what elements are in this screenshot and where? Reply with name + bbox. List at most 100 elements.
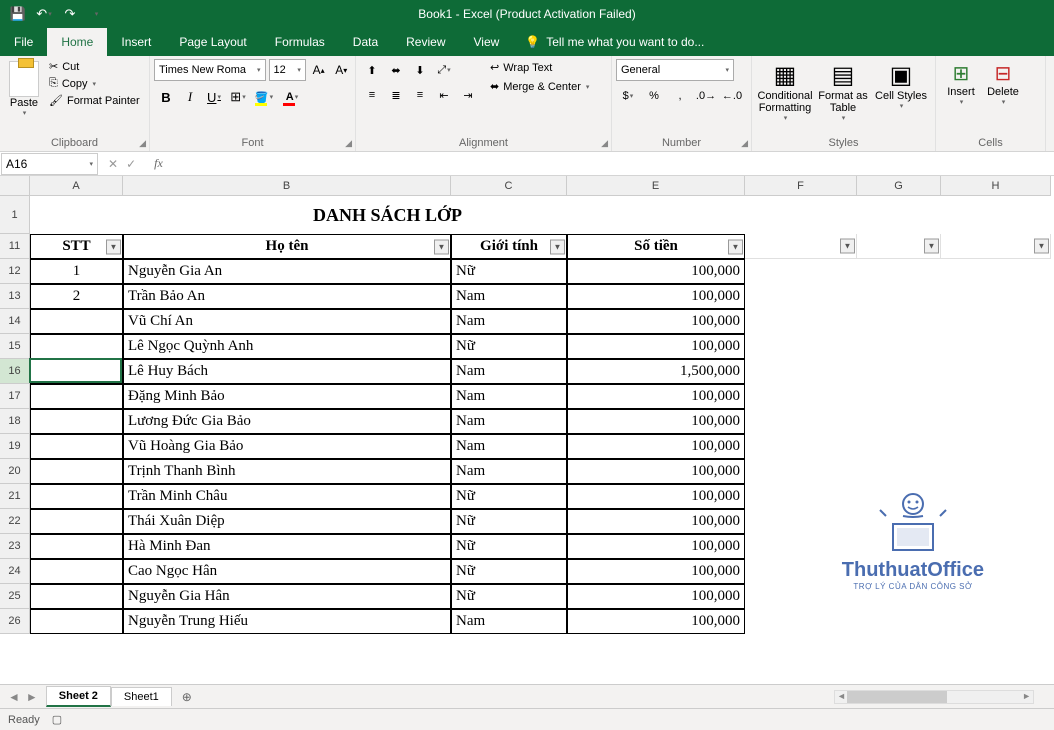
sheet-tab-active[interactable]: Sheet 2	[46, 686, 111, 707]
row-header-1[interactable]: 1	[0, 196, 30, 234]
cell-A20[interactable]	[30, 459, 123, 484]
cell-C22[interactable]: Nữ	[451, 509, 567, 534]
cell-C25[interactable]: Nữ	[451, 584, 567, 609]
alignment-dialog-icon[interactable]: ◢	[601, 138, 608, 149]
tab-home[interactable]: Home	[47, 28, 107, 56]
italic-button[interactable]: I	[178, 85, 202, 109]
decrease-font-icon[interactable]: A▾	[331, 59, 351, 81]
fill-color-button[interactable]: 🪣▾	[250, 85, 278, 109]
cell-H11[interactable]: ▼	[941, 234, 1051, 259]
sheet-tab-other[interactable]: Sheet1	[111, 687, 172, 706]
cell-A25[interactable]	[30, 584, 123, 609]
align-bottom-icon[interactable]: ⬇	[408, 59, 432, 81]
cell-B11[interactable]: Họ tên▼	[123, 234, 451, 259]
row-header-15[interactable]: 15	[0, 334, 30, 359]
row-header-16[interactable]: 16	[0, 359, 30, 384]
format-painter-button[interactable]: 🖌Format Painter	[47, 93, 142, 108]
column-header-B[interactable]: B	[123, 176, 451, 196]
number-dialog-icon[interactable]: ◢	[741, 138, 748, 149]
cell-A18[interactable]	[30, 409, 123, 434]
tell-me-search[interactable]: 💡 Tell me what you want to do...	[513, 28, 704, 56]
cell-B15[interactable]: Lê Ngọc Quỳnh Anh	[123, 334, 451, 359]
row-header-26[interactable]: 26	[0, 609, 30, 634]
filter-dropdown-icon[interactable]: ▼	[434, 239, 449, 254]
cell-E11[interactable]: Số tiền▼	[567, 234, 745, 259]
cell-B12[interactable]: Nguyễn Gia An	[123, 259, 451, 284]
cell-C13[interactable]: Nam	[451, 284, 567, 309]
cell-E20[interactable]: 100,000	[567, 459, 745, 484]
cell-G11[interactable]: ▼	[857, 234, 941, 259]
cell-A21[interactable]	[30, 484, 123, 509]
row-header-14[interactable]: 14	[0, 309, 30, 334]
cell-C24[interactable]: Nữ	[451, 559, 567, 584]
cell-A17[interactable]	[30, 384, 123, 409]
row-header-22[interactable]: 22	[0, 509, 30, 534]
cell-B26[interactable]	[123, 609, 451, 634]
tab-data[interactable]: Data	[339, 28, 392, 56]
insert-cells-button[interactable]: ⊞ Insert▾	[940, 59, 982, 135]
cell-A19[interactable]	[30, 434, 123, 459]
filter-dropdown-icon[interactable]: ▼	[1034, 239, 1049, 254]
column-header-A[interactable]: A	[30, 176, 123, 196]
row-header-25[interactable]: 25	[0, 584, 30, 609]
row-header-12[interactable]: 12	[0, 259, 30, 284]
row-header-20[interactable]: 20	[0, 459, 30, 484]
increase-indent-icon[interactable]: ⇥	[456, 84, 480, 106]
cell-B19[interactable]: Vũ Hoàng Gia Bảo	[123, 434, 451, 459]
column-header-C[interactable]: C	[451, 176, 567, 196]
paste-button[interactable]: Paste ▾	[4, 59, 44, 135]
cell-B17[interactable]: Đặng Minh Bảo	[123, 384, 451, 409]
save-icon[interactable]: 💾	[6, 2, 30, 26]
cell-A16[interactable]	[30, 359, 123, 384]
delete-cells-button[interactable]: ⊟ Delete▾	[982, 59, 1024, 135]
align-center-icon[interactable]: ≣	[384, 84, 408, 106]
cell-E26[interactable]	[567, 609, 745, 634]
row-header-13[interactable]: 13	[0, 284, 30, 309]
cell-E14[interactable]: 100,000	[567, 309, 745, 334]
font-name-combo[interactable]: Times New Roma▾	[154, 59, 266, 81]
filter-dropdown-icon[interactable]: ▼	[924, 239, 939, 254]
column-header-H[interactable]: H	[941, 176, 1051, 196]
cell-A14[interactable]	[30, 309, 123, 334]
cell-E21[interactable]: 100,000	[567, 484, 745, 509]
row-header-17[interactable]: 17	[0, 384, 30, 409]
cell-E13[interactable]: 100,000	[567, 284, 745, 309]
tab-formulas[interactable]: Formulas	[261, 28, 339, 56]
column-header-E[interactable]: E	[567, 176, 745, 196]
formula-input[interactable]	[171, 153, 1054, 175]
cell-B20[interactable]: Trịnh Thanh Bình	[123, 459, 451, 484]
worksheet-grid[interactable]: ABCEFGH 11112131415161718192021222324252…	[0, 176, 1054, 684]
filter-dropdown-icon[interactable]: ▼	[840, 239, 855, 254]
cell-A26[interactable]	[30, 609, 123, 634]
cell-E25[interactable]: 100,000	[567, 584, 745, 609]
cell-styles-button[interactable]: ▣ Cell Styles▾	[872, 59, 930, 135]
number-format-combo[interactable]: General▾	[616, 59, 734, 81]
copy-button[interactable]: ⎘Copy▾	[47, 76, 142, 91]
cell-B25[interactable]: Nguyễn Gia Hân	[123, 584, 451, 609]
cell-E23[interactable]: 100,000	[567, 534, 745, 559]
merge-center-button[interactable]: ⬌Merge & Center▾	[486, 78, 593, 95]
sheet-nav-next-icon[interactable]: ►	[26, 690, 38, 704]
cell-C21[interactable]: Nữ	[451, 484, 567, 509]
cell-A11[interactable]: STT▼	[30, 234, 123, 259]
percent-format-icon[interactable]: %	[642, 85, 666, 107]
comma-format-icon[interactable]: ,	[668, 85, 692, 107]
filter-dropdown-icon[interactable]: ▼	[550, 239, 565, 254]
conditional-formatting-button[interactable]: ▦ Conditional Formatting▾	[756, 59, 814, 135]
align-top-icon[interactable]: ⬆	[360, 59, 384, 81]
align-left-icon[interactable]: ≡	[360, 84, 384, 106]
row-header-24[interactable]: 24	[0, 559, 30, 584]
cell-E19[interactable]: 100,000	[567, 434, 745, 459]
cancel-formula-icon[interactable]: ✕	[108, 157, 118, 171]
tab-insert[interactable]: Insert	[107, 28, 165, 56]
tab-view[interactable]: View	[460, 28, 514, 56]
cell-E15[interactable]: 100,000	[567, 334, 745, 359]
clipboard-dialog-icon[interactable]: ◢	[139, 138, 146, 149]
cell-C12[interactable]: Nữ	[451, 259, 567, 284]
cell-C14[interactable]: Nam	[451, 309, 567, 334]
tab-file[interactable]: File	[0, 28, 47, 56]
qat-customize-icon[interactable]: ▾	[84, 2, 108, 26]
cell-A22[interactable]	[30, 509, 123, 534]
font-color-button[interactable]: A▾	[278, 85, 306, 109]
cell-E12[interactable]: 100,000	[567, 259, 745, 284]
